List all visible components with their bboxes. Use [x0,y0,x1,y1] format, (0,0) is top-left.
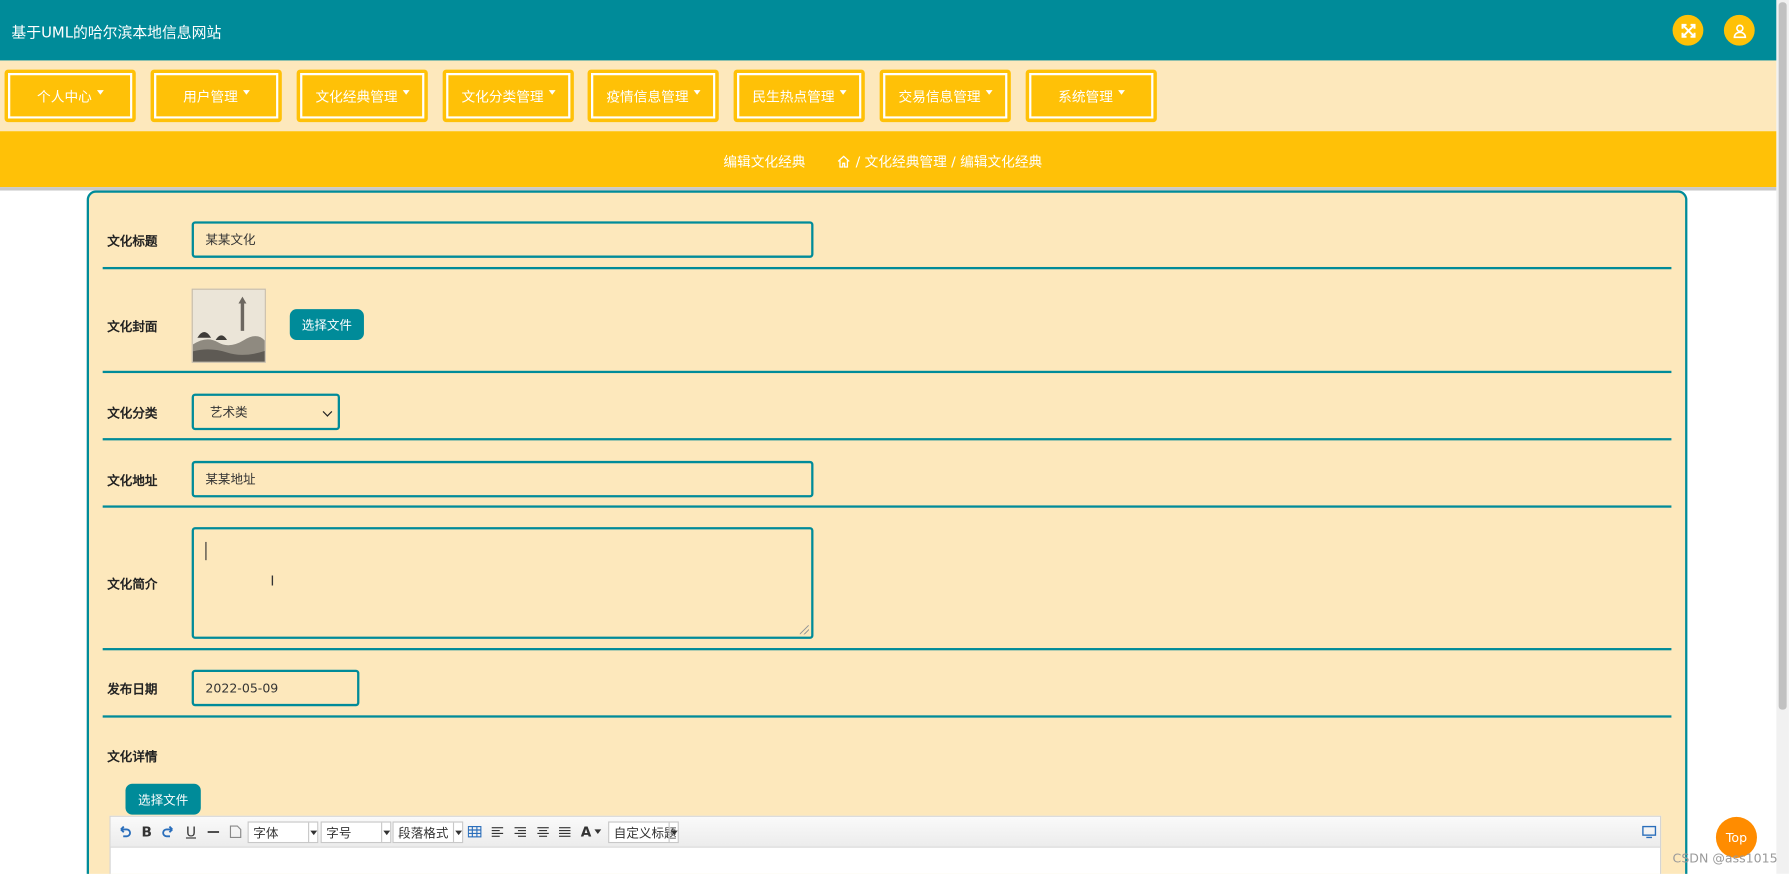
watermark: CSDN @ass1015 [1672,851,1778,866]
redo-icon[interactable] [162,823,176,841]
rich-text-editor[interactable]: B U 字体 字号 段落格式 A 自定义标题 [109,815,1662,874]
date-label: 发布日期 [107,682,158,698]
chevron-down-icon [452,822,463,842]
nav-livelihood-hotspot-management[interactable]: 民生热点管理 [733,69,865,123]
align-justify-icon[interactable] [558,823,572,841]
cover-image [191,288,266,363]
detail-choose-file-button[interactable]: 选择文件 [125,783,201,815]
chevron-down-icon [381,822,391,842]
chevron-down-icon [1117,90,1125,95]
font-size-label: 字号 [326,825,352,841]
underline-button[interactable]: U [186,823,196,841]
resize-handle[interactable] [799,625,809,635]
address-input[interactable]: 某某地址 [191,460,814,498]
title-input[interactable]: 某某文化 [191,221,814,258]
chevron-down-icon [548,90,556,95]
custom-title-select[interactable]: 自定义标题 [608,821,679,844]
nav-culture-classic-management[interactable]: 文化经典管理 [296,69,428,123]
nav-user-management[interactable]: 用户管理 [150,69,282,123]
breadcrumb: / 文化经典管理 / 编辑文化经典 [836,152,1042,171]
user-icon [1733,23,1746,38]
nav-personal-center[interactable]: 个人中心 [4,69,136,123]
row-divider [102,715,1672,718]
detail-label: 文化详情 [107,749,158,765]
page: 基于UML的哈尔滨本地信息网站 个人中心 用户管理 文化经典管理 文化分类管理 … [0,0,1789,874]
document-icon[interactable] [229,823,242,841]
chevron-down-icon [594,829,602,834]
preview-icon[interactable] [1642,823,1657,841]
nav-epidemic-info-management[interactable]: 疫情信息管理 [587,69,719,123]
bold-button[interactable]: B [141,823,151,841]
intro-textarea[interactable] [191,527,814,639]
chevron-down-icon [668,822,678,842]
ibeam-cursor-icon: I [270,572,275,589]
user-button[interactable] [1723,14,1755,46]
align-center-icon[interactable] [536,823,550,841]
nav-label: 疫情信息管理 [606,88,689,105]
publish-date-input[interactable]: 2022-05-09 [191,669,360,707]
nav-culture-category-management[interactable]: 文化分类管理 [442,69,574,123]
category-label: 文化分类 [107,406,158,421]
align-right-icon[interactable] [513,823,527,841]
nav-system-management[interactable]: 系统管理 [1025,69,1157,123]
address-label: 文化地址 [107,473,158,489]
font-color-label: A [580,823,592,840]
home-icon[interactable] [836,154,851,169]
title-label: 文化标题 [107,233,158,249]
nav-label: 文化经典管理 [315,88,398,105]
intro-label: 文化简介 [107,577,158,593]
top-header: 基于UML的哈尔滨本地信息网站 [0,0,1777,61]
breadcrumb-path[interactable]: / 文化经典管理 / 编辑文化经典 [856,152,1043,171]
cover-label: 文化封面 [107,319,158,335]
nav-label: 系统管理 [1058,88,1113,105]
chevron-down-icon [322,407,333,417]
row-divider [102,438,1672,441]
editor-toolbar: B U 字体 字号 段落格式 A 自定义标题 [110,816,1661,848]
nav-transaction-info-management[interactable]: 交易信息管理 [879,69,1011,123]
chevron-down-icon [402,90,410,95]
chevron-down-icon [693,90,700,95]
table-icon[interactable] [467,823,482,841]
font-family-label: 字体 [253,825,279,841]
nav-label: 个人中心 [37,88,92,105]
nav-label: 用户管理 [183,88,238,105]
row-divider [102,648,1672,651]
cover-choose-file-button[interactable]: 选择文件 [289,309,364,340]
custom-title-label: 自定义标题 [613,825,677,841]
horizontal-rule-icon[interactable] [207,823,221,841]
page-title: 编辑文化经典 [723,154,806,170]
paragraph-format-label: 段落格式 [398,825,449,841]
chevron-down-icon [242,90,250,95]
chevron-down-icon [839,90,846,95]
row-divider [102,370,1672,374]
nav-label: 文化分类管理 [461,88,544,105]
align-left-icon[interactable] [491,823,505,841]
site-title: 基于UML的哈尔滨本地信息网站 [11,25,222,43]
nav-label: 交易信息管理 [898,88,981,105]
chevron-down-icon [96,90,104,95]
row-divider [102,266,1672,270]
font-color-button[interactable]: A [581,823,602,841]
nav-label: 民生热点管理 [752,88,835,105]
vertical-scrollbar[interactable] [1776,0,1789,874]
font-size-select[interactable]: 字号 [320,821,392,844]
scrollbar-thumb[interactable] [1778,2,1787,710]
font-family-select[interactable]: 字体 [247,821,319,844]
chevron-down-icon [985,90,993,95]
text-cursor [205,541,207,561]
paragraph-format-select[interactable]: 段落格式 [392,821,464,844]
row-divider [102,505,1672,508]
category-value: 艺术类 [209,405,248,420]
undo-icon[interactable] [118,823,132,841]
expand-icon [1680,23,1695,38]
main-nav: 个人中心 用户管理 文化经典管理 文化分类管理 疫情信息管理 民生热点管理 交易… [0,60,1777,132]
chevron-down-icon [308,822,318,842]
category-select[interactable]: 艺术类 [191,393,340,431]
fullscreen-button[interactable] [1672,14,1704,46]
